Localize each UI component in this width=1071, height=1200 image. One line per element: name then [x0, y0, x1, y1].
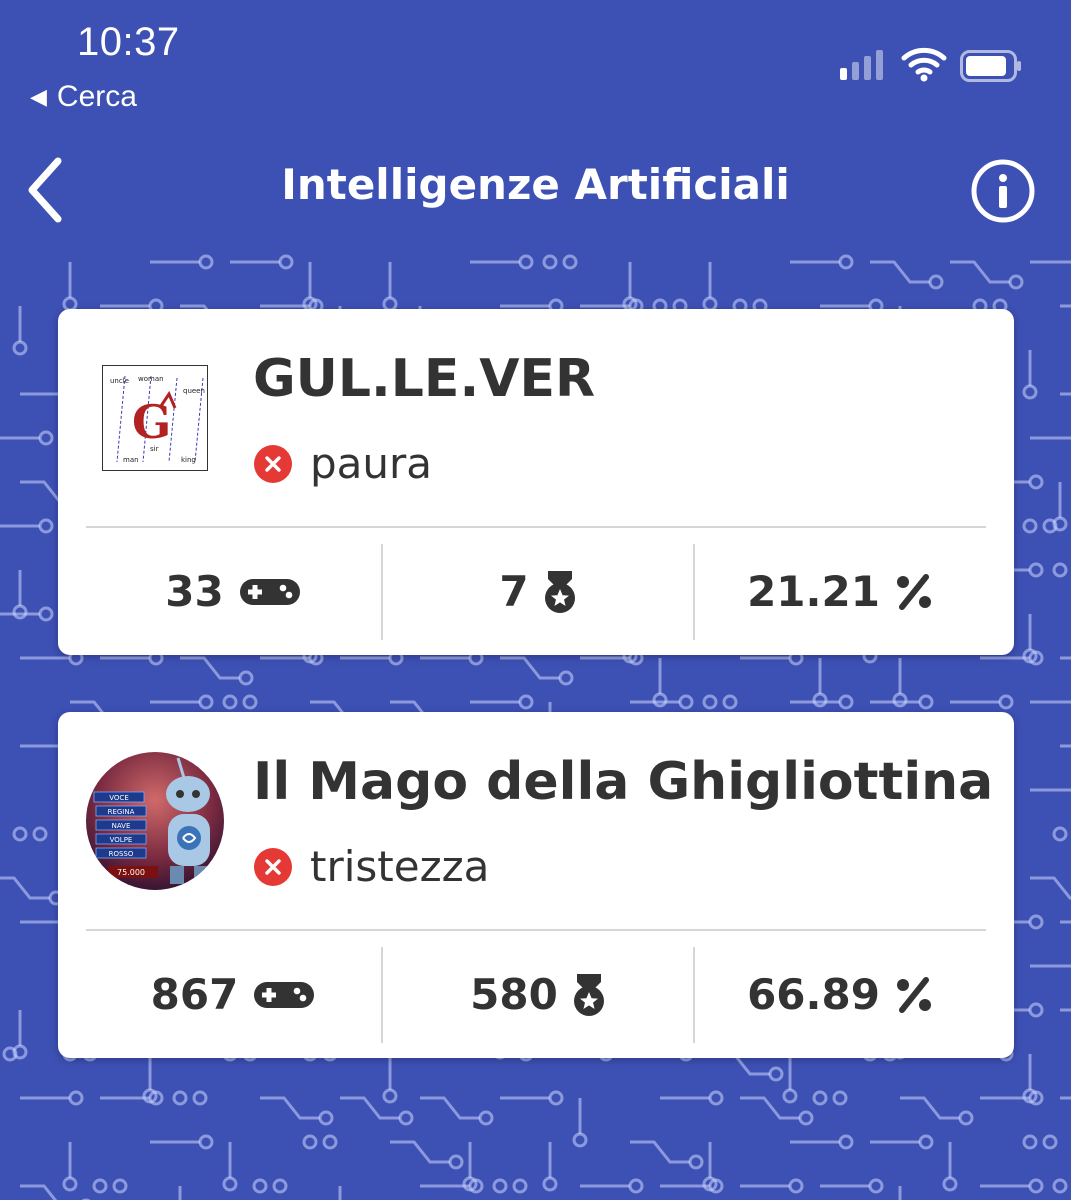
status-label: paura [310, 439, 433, 488]
bot-avatar: VOCE REGINA NAVE VOLPE ROSSO 75.000 [86, 752, 224, 890]
logo-word-6: king [181, 456, 196, 464]
percent-icon [896, 976, 931, 1013]
logo-word-1: uncle [110, 377, 129, 385]
win-percent: 66.89 [747, 970, 880, 1019]
logo-word-2: woman [138, 375, 164, 383]
medal-icon [573, 973, 604, 1016]
page-title: Intelligenze Artificiali [281, 160, 790, 209]
back-app-label: Cerca [56, 80, 137, 113]
stats-row: 33 7 21.21 [86, 528, 986, 655]
percent-stat: 21.21 [695, 528, 986, 655]
x-circle-icon [254, 444, 292, 483]
bot-status: paura [254, 439, 432, 488]
avatar-word-2: REGINA [108, 808, 135, 816]
svg-text:G: G [132, 395, 171, 449]
x-circle-icon [254, 847, 292, 886]
wifi-icon [901, 47, 947, 82]
bot-card[interactable]: VOCE REGINA NAVE VOLPE ROSSO 75.000 Il M… [58, 712, 1014, 1058]
wins-stat: 7 [383, 528, 693, 655]
games-stat: 33 [86, 528, 381, 655]
percent-icon [896, 573, 931, 610]
avatar-word-1: VOCE [109, 794, 129, 802]
avatar-word-5: ROSSO [109, 850, 134, 858]
games-count: 867 [150, 970, 239, 1019]
logo-word-4: man [123, 456, 139, 464]
back-to-app-link[interactable]: ◀ Cerca [30, 80, 137, 114]
avatar-word-6: 75.000 [117, 868, 145, 877]
status-label: tristezza [310, 842, 490, 891]
logo-word-3: queen [183, 387, 205, 395]
bot-card[interactable]: uncle woman queen man sir king G GUL.LE.… [58, 309, 1014, 655]
games-count: 33 [165, 567, 224, 616]
back-triangle-icon: ◀ [30, 84, 47, 109]
games-stat: 867 [86, 931, 381, 1058]
gulever-logo: uncle woman queen man sir king G [102, 365, 208, 471]
clock: 10:37 [77, 20, 180, 64]
bot-name: Il Mago della Ghigliottina [253, 752, 994, 812]
avatar-word-4: VOLPE [110, 836, 133, 844]
wins-count: 7 [499, 567, 529, 616]
bot-status: tristezza [254, 842, 489, 891]
status-bar: 10:37 ◀ Cerca [0, 0, 1071, 130]
bot-name: GUL.LE.VER [253, 349, 596, 409]
wins-stat: 580 [383, 931, 693, 1058]
battery-icon [960, 50, 1021, 82]
medal-icon [544, 570, 575, 613]
wins-count: 580 [470, 970, 558, 1019]
info-icon[interactable] [970, 158, 1036, 224]
stats-row: 867 580 66.89 [86, 931, 986, 1058]
gamepad-icon [239, 578, 300, 605]
win-percent: 21.21 [747, 567, 880, 616]
cellular-signal-icon [840, 50, 883, 80]
back-chevron-icon[interactable] [22, 155, 72, 225]
avatar-word-3: NAVE [112, 822, 131, 830]
gamepad-icon [254, 981, 315, 1008]
percent-stat: 66.89 [695, 931, 986, 1058]
